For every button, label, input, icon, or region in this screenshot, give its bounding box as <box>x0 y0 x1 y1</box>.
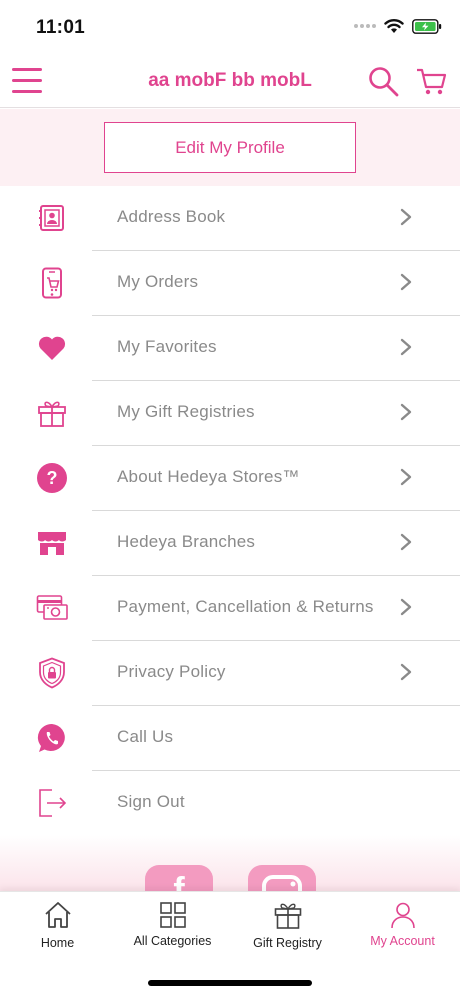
menu-item-hedeya-branches[interactable]: Hedeya Branches <box>0 511 460 576</box>
bottom-tab-bar: Home All Categories Gift Registry My Acc… <box>0 891 460 996</box>
menu-item-my-favorites[interactable]: My Favorites <box>0 316 460 381</box>
menu-label: Address Book <box>117 207 226 226</box>
facebook-button[interactable]: f <box>145 865 213 891</box>
menu-label: Call Us <box>117 727 174 746</box>
menu-label: Sign Out <box>117 792 185 811</box>
menu-label: Hedeya Branches <box>117 532 256 551</box>
profile-section: Edit My Profile <box>0 109 460 186</box>
storefront-icon <box>38 532 66 555</box>
search-icon[interactable] <box>366 64 400 98</box>
payment-cash-icon <box>36 595 68 620</box>
menu-label: Privacy Policy <box>117 662 226 681</box>
question-circle-icon: ? <box>37 463 67 493</box>
sign-out-icon <box>39 789 67 817</box>
chevron-right-icon <box>400 598 412 616</box>
chevron-right-icon <box>400 533 412 551</box>
tab-label: All Categories <box>133 934 212 948</box>
address-book-icon <box>39 205 64 231</box>
status-time: 11:01 <box>36 17 86 38</box>
menu-item-gift-registries[interactable]: My Gift Registries <box>0 381 460 446</box>
tab-label: Gift Registry <box>253 936 322 950</box>
status-bar: 11:01 <box>0 0 460 54</box>
tab-all-categories[interactable]: All Categories <box>115 892 230 962</box>
home-indicator <box>148 980 312 986</box>
account-menu-list: Address Book My Orders My Favorites My G… <box>0 186 460 836</box>
tab-my-account[interactable]: My Account <box>345 892 460 962</box>
chevron-right-icon <box>400 468 412 486</box>
tab-home[interactable]: Home <box>0 892 115 962</box>
social-links: f <box>0 835 460 891</box>
menu-item-privacy-policy[interactable]: Privacy Policy <box>0 641 460 706</box>
menu-label: My Gift Registries <box>117 402 255 421</box>
battery-charging-icon <box>412 18 442 34</box>
gift-icon <box>38 401 66 427</box>
tab-gift-registry[interactable]: Gift Registry <box>230 892 345 962</box>
menu-item-about-hedeya[interactable]: ? About Hedeya Stores™ <box>0 446 460 511</box>
menu-item-my-orders[interactable]: My Orders <box>0 251 460 316</box>
menu-label: My Orders <box>117 272 199 291</box>
grid-icon <box>159 902 186 928</box>
chevron-right-icon <box>400 663 412 681</box>
chevron-right-icon <box>400 338 412 356</box>
menu-item-call-us[interactable]: Call Us <box>0 706 460 771</box>
facebook-icon: f <box>173 871 185 891</box>
gift-icon <box>274 903 301 929</box>
chevron-right-icon <box>400 403 412 421</box>
chevron-right-icon <box>400 273 412 291</box>
menu-item-address-book[interactable]: Address Book <box>0 186 460 251</box>
tab-label: Home <box>40 936 75 950</box>
wifi-icon <box>384 19 404 33</box>
svg-text:?: ? <box>47 468 58 488</box>
app-header: aa mobF bb mobL <box>0 54 460 108</box>
edit-profile-button[interactable]: Edit My Profile <box>104 122 356 173</box>
orders-phone-icon <box>42 267 62 299</box>
shield-lock-icon <box>39 657 65 689</box>
signal-icon <box>354 24 376 28</box>
status-indicators <box>354 18 442 34</box>
phone-bubble-icon <box>37 723 65 752</box>
menu-label: Payment, Cancellation & Returns <box>117 597 374 616</box>
instagram-icon <box>262 875 302 891</box>
tab-label: My Account <box>370 934 435 948</box>
menu-label: My Favorites <box>117 337 217 356</box>
heart-icon <box>38 336 66 360</box>
cart-icon[interactable] <box>414 64 448 98</box>
chevron-right-icon <box>400 208 412 226</box>
menu-item-payment-returns[interactable]: Payment, Cancellation & Returns <box>0 576 460 641</box>
menu-label: About Hedeya Stores™ <box>117 467 300 486</box>
menu-item-sign-out[interactable]: Sign Out <box>0 771 460 836</box>
instagram-button[interactable] <box>248 865 316 891</box>
user-icon <box>390 902 415 929</box>
home-icon <box>44 902 71 928</box>
